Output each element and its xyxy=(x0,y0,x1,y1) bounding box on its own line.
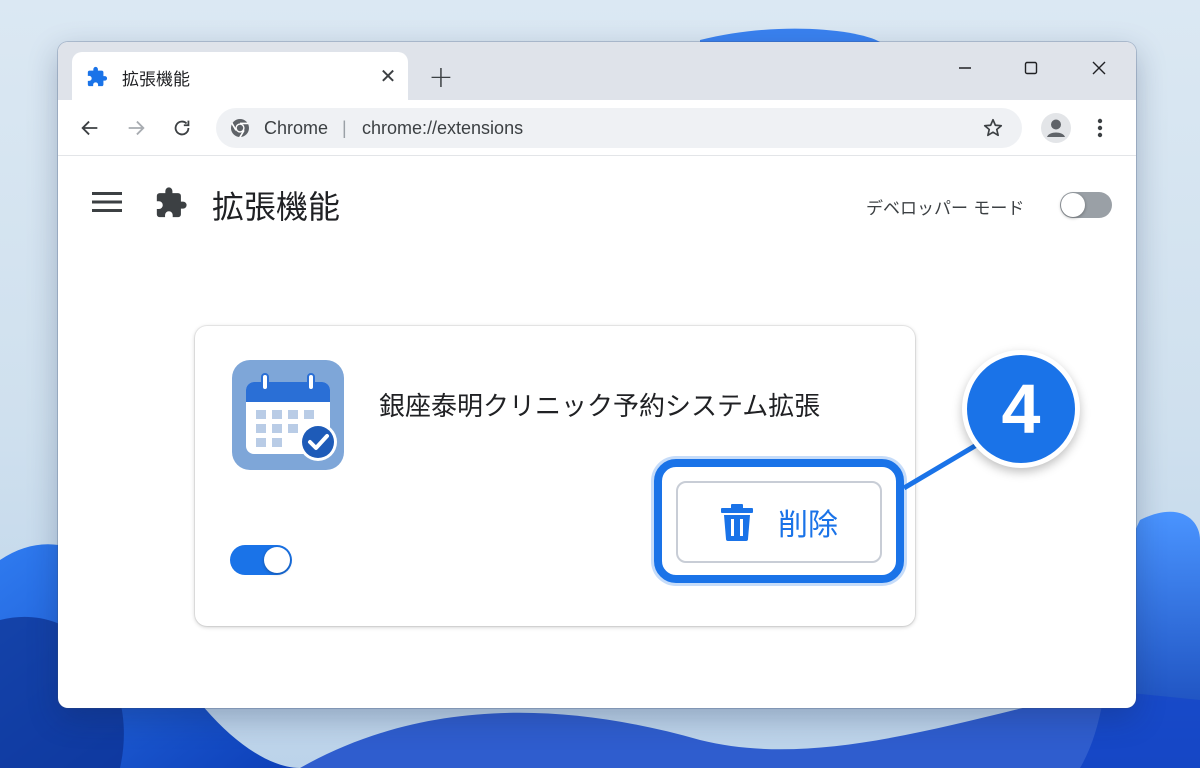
hamburger-menu-icon[interactable] xyxy=(92,190,124,216)
toggle-knob xyxy=(264,547,290,573)
url-text[interactable]: chrome://extensions xyxy=(362,118,523,139)
extension-enable-toggle[interactable] xyxy=(230,545,292,575)
reload-icon[interactable] xyxy=(166,112,198,144)
profile-avatar-icon[interactable] xyxy=(1038,110,1074,146)
back-arrow-icon[interactable] xyxy=(74,112,106,144)
toggle-knob xyxy=(1061,193,1085,217)
plus-icon[interactable]: + xyxy=(424,60,458,95)
title-bar: 拡張機能 ✕ + xyxy=(58,42,1136,100)
tab-title: 拡張機能 xyxy=(122,70,190,90)
extension-name: 銀座泰明クリニック予約システム拡張 xyxy=(379,392,821,422)
forward-arrow-icon[interactable] xyxy=(120,112,152,144)
url-separator: | xyxy=(342,118,347,138)
minimize-icon[interactable] xyxy=(942,50,988,86)
calendar-check-icon xyxy=(232,360,344,470)
site-label: Chrome xyxy=(264,118,329,138)
step-number-badge: 4 xyxy=(962,350,1080,468)
close-icon[interactable]: ✕ xyxy=(374,62,402,90)
tab-extensions[interactable]: 拡張機能 ✕ xyxy=(72,52,408,100)
chrome-logo-icon xyxy=(231,119,249,138)
maximize-icon[interactable] xyxy=(1008,50,1054,86)
toolbar: Chrome | chrome://extensions xyxy=(58,100,1136,156)
trash-icon xyxy=(721,504,753,541)
remove-button[interactable]: 削除 xyxy=(676,481,882,563)
address-bar[interactable]: Chrome | chrome://extensions xyxy=(216,108,1022,148)
developer-mode-toggle[interactable] xyxy=(1060,192,1112,218)
developer-mode-label: デベロッパー モード xyxy=(866,199,1025,219)
puzzle-icon xyxy=(87,66,108,87)
page-title: 拡張機能 xyxy=(212,188,341,226)
menu-dots-icon[interactable] xyxy=(1084,112,1116,144)
star-icon[interactable] xyxy=(982,117,1004,139)
puzzle-icon xyxy=(156,187,187,218)
window-close-icon[interactable] xyxy=(1076,50,1122,86)
remove-button-label: 削除 xyxy=(778,508,838,543)
